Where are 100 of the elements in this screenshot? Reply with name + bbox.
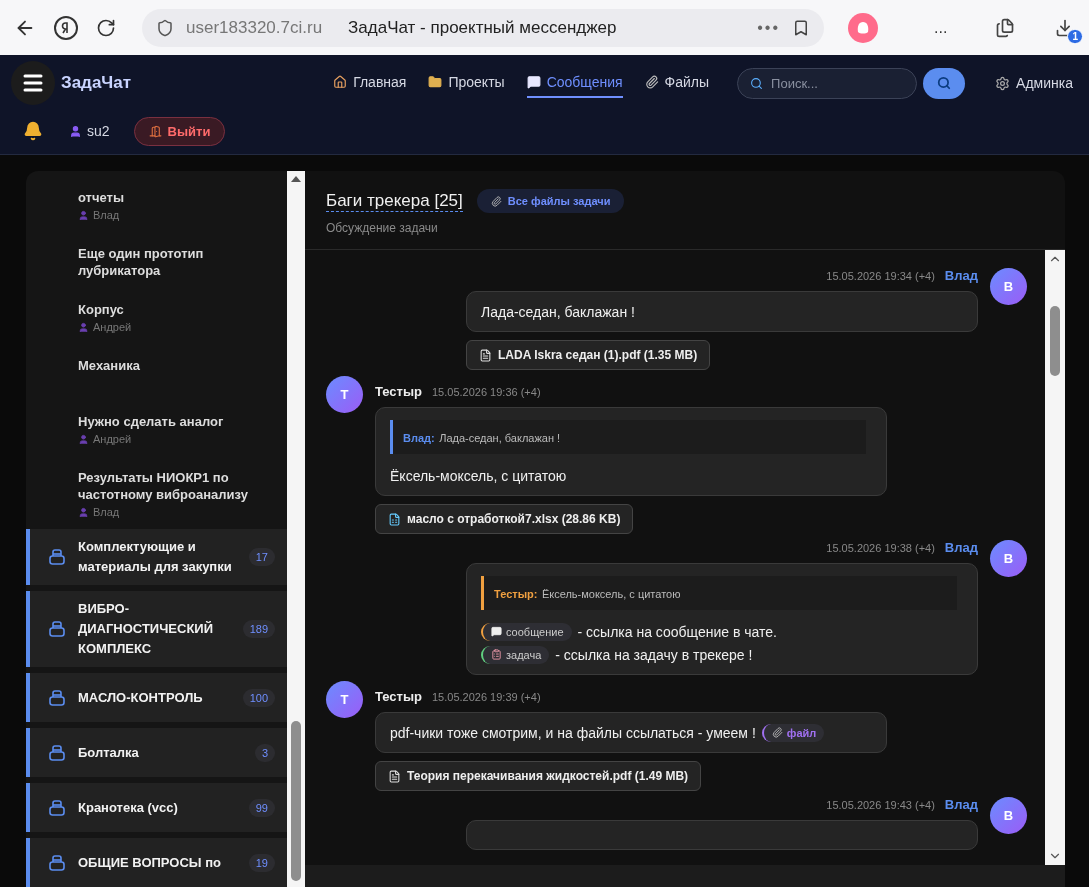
logout-button[interactable]: Выйти [133,116,226,146]
scroll-thumb[interactable] [1050,306,1060,376]
person-icon [78,506,89,518]
menu-button[interactable] [11,61,55,105]
reload-icon[interactable] [96,17,116,38]
admin-link[interactable]: Админка [995,75,1073,91]
project-item[interactable]: ВИБРО-ДИАГНОСТИЧЕСКИЙ КОМПЛЕКС 189 [26,591,287,667]
file-attachment[interactable]: масло с отработкой7.xlsx (28.86 KB) [375,504,634,534]
quoted-message[interactable]: Тестыр: Ёксель-моксель, с цитатою [481,576,957,610]
message-author: Тестыр [375,384,422,399]
search-icon [750,76,764,90]
house-icon [333,75,348,89]
project-name: ВИБРО-ДИАГНОСТИЧЕСКИЙ КОМПЛЕКС [78,600,215,658]
task-files-button[interactable]: Все файлы задачи [476,189,625,213]
paperclip-icon [490,195,502,207]
address-bar[interactable]: user183320.7ci.ru ЗадаЧат - проектный мессенджер ••• [142,8,824,47]
search-icon [937,76,952,90]
search-field[interactable]: Поиск... [737,67,918,99]
quoted-message[interactable]: Влад: Лада-седан, баклажан ! [390,420,866,454]
message-text: Лада-седан, баклажан ! [481,303,635,320]
nav-link[interactable]: Главная [333,68,407,98]
document-icon [388,769,401,783]
page-title: ЗадаЧат - проектный мессенджер [348,17,618,38]
task-author: Андрей [93,433,132,445]
project-name: Комплектующие и материалы для закупки [78,538,233,576]
task-author: Влад [93,209,120,221]
user-avatar: В [990,540,1027,577]
door-icon [148,124,162,138]
app-logo[interactable]: ЗадаЧат [61,73,132,93]
project-item[interactable]: Комплектующие и материалы для закупки 17 [26,529,287,585]
user-name[interactable]: su2 [69,123,110,139]
more-icon[interactable]: ••• [757,18,780,37]
message-time: 15.05.2026 19:38 (+4) [826,542,935,554]
file-attachment[interactable]: LADA Iskra седан (1).pdf (1.35 MB) [466,340,711,370]
person-icon [78,433,89,445]
project-item[interactable]: Кранотека (vcc) 99 [26,783,287,832]
project-count: 19 [248,853,275,872]
scrollbar[interactable] [1045,250,1065,865]
folder-icon [428,75,443,89]
chat-title[interactable]: Баги трекера [25] [326,190,463,212]
quote-author: Тестыр: [494,588,538,600]
box-icon [48,688,66,707]
search-button[interactable] [923,67,966,99]
project-name: МАСЛО-КОНТРОЛЬ [78,688,204,707]
task-title[interactable]: Корпус [78,301,277,318]
paperclip-icon [771,727,783,738]
file-attachment[interactable]: Теория перекачивания жидкостей.pdf (1.49 MB) [375,761,702,791]
quote-text: Ёксель-моксель, с цитатою [541,588,681,600]
task-title[interactable]: Еще один прототип лубрикатора [78,245,277,279]
message-time: 15.05.2026 19:43 (+4) [826,799,935,811]
message-author: Влад [944,268,978,283]
project-count: 100 [242,688,275,707]
search-input[interactable]: Поиск... [769,74,900,92]
link-chip[interactable]: файл [761,723,825,742]
bell-icon[interactable] [23,121,43,141]
quote-author: Влад: [403,432,435,444]
user-avatar: Т [326,681,363,718]
task-author: Андрей [93,321,132,333]
message-time: 15.05.2026 19:39 (+4) [432,691,541,703]
message-text: - ссылка на сообщение в чате. [577,623,777,640]
project-item[interactable]: МАСЛО-КОНТРОЛЬ 100 [26,673,287,722]
scroll-thumb[interactable] [291,721,301,881]
assistant-icon[interactable] [848,12,878,43]
task-title[interactable]: Нужно сделать аналог [78,413,277,430]
speech-bubble-icon [526,75,541,89]
task-title[interactable]: отчеты [78,189,277,206]
link-chip[interactable]: задача [481,645,550,664]
spreadsheet-icon [388,512,401,526]
scroll-up-icon[interactable] [290,175,302,183]
box-icon [48,853,66,872]
project-item[interactable]: ОБЩИЕ ВОПРОСЫ по 19 [26,838,287,887]
nav-link[interactable]: Сообщения [526,68,623,98]
link-chip[interactable]: сообщение [481,622,572,641]
box-icon [48,798,66,817]
bookmark-icon[interactable] [792,18,810,37]
nav-link[interactable]: Файлы [644,68,710,98]
person-icon [78,321,89,333]
scrollbar[interactable] [287,171,305,887]
message-time: 15.05.2026 19:36 (+4) [432,386,541,398]
box-icon [48,548,66,566]
box-icon [48,620,66,638]
project-name: Болталка [78,743,140,762]
tabs-icon[interactable] [995,17,1016,38]
message-time: 15.05.2026 19:34 (+4) [826,270,935,282]
paperclip-icon [644,75,659,89]
task-title[interactable]: Механика [78,357,277,374]
menu-dots[interactable]: ... [934,18,948,37]
clipboard-icon [491,649,502,660]
message-text: Ёксель-моксель, с цитатою [390,467,567,484]
project-count: 99 [248,798,275,817]
user-avatar: В [990,268,1027,305]
project-item[interactable]: Болталка 3 [26,728,287,777]
gear-icon [995,75,1011,91]
download-count: 1 [1067,28,1083,44]
task-author: Влад [93,506,120,518]
task-title[interactable]: Результаты НИОКР1 по частотному виброанализу [78,469,277,503]
person-icon [69,124,82,138]
speech-bubble-icon [491,626,502,637]
nav-link[interactable]: Проекты [428,68,505,98]
browser-logo-icon[interactable] [54,15,78,40]
